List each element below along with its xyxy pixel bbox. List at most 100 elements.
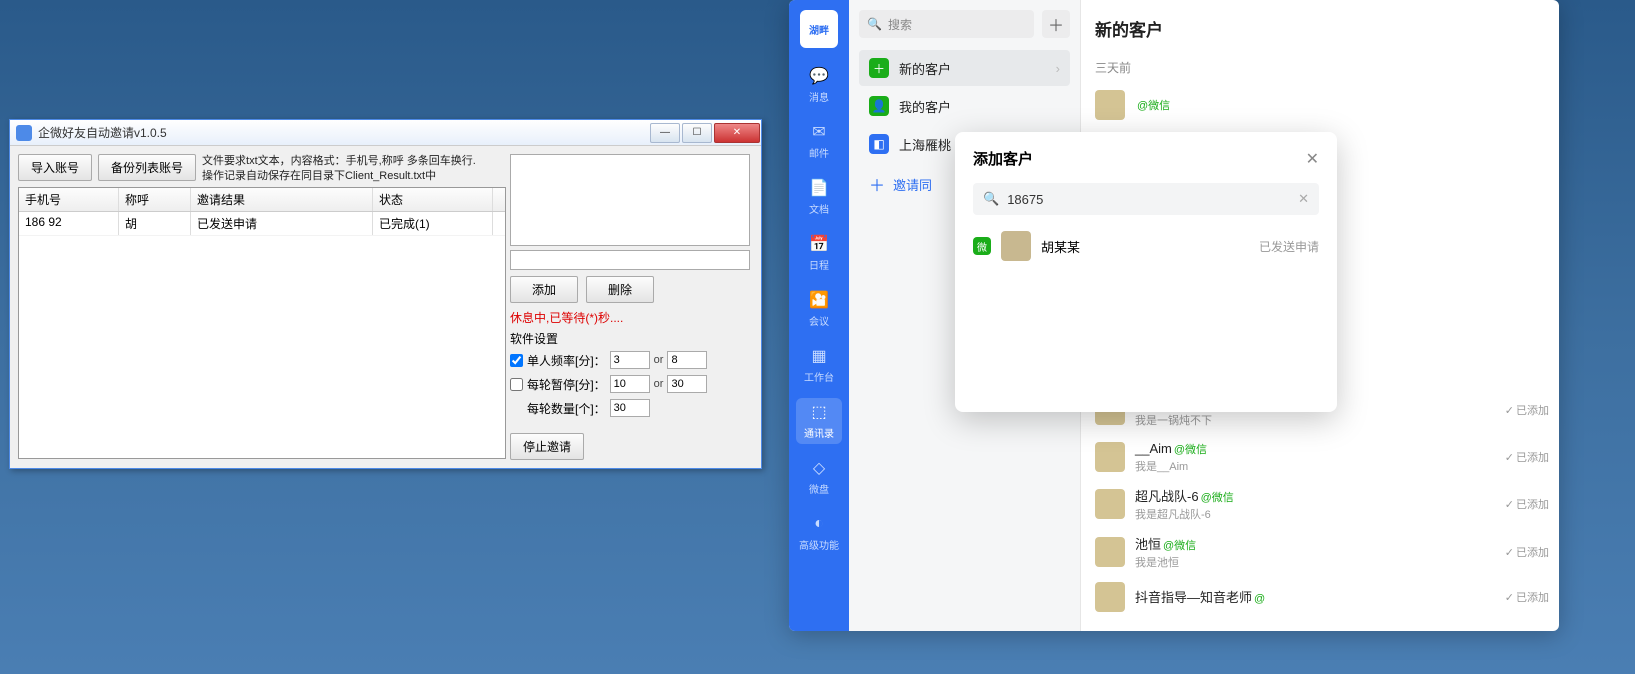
- added-badge: ✓已添加: [1505, 496, 1549, 512]
- nav-邮件[interactable]: ✉ 邮件: [796, 118, 842, 164]
- log-textarea[interactable]: [510, 154, 750, 246]
- popup-search-input[interactable]: 🔍 18675 ✕: [973, 183, 1319, 215]
- client-row[interactable]: 超凡战队-6@微信我是超凡战队-6✓已添加: [1095, 480, 1559, 528]
- avatar: [1095, 442, 1125, 472]
- nav-label: 工作台: [804, 369, 834, 384]
- wechat-icon: 微: [973, 237, 991, 255]
- or-label: or: [654, 354, 664, 366]
- client-row[interactable]: __Aim@微信我是__Aim✓已添加: [1095, 434, 1559, 480]
- avatar: [1095, 90, 1125, 120]
- check-icon: ✓: [1505, 591, 1514, 604]
- nav-icon: ▦: [809, 346, 829, 366]
- avatar: [1095, 537, 1125, 567]
- maximize-button[interactable]: ☐: [682, 123, 712, 143]
- add-button[interactable]: ＋: [1042, 10, 1070, 38]
- titlebar[interactable]: 企微好友自动邀请v1.0.5 — ☐ ✕: [10, 120, 761, 146]
- single-rate-checkbox[interactable]: [510, 354, 523, 367]
- client-name: 池恒: [1135, 537, 1161, 552]
- sidebar-icon: ＋: [869, 58, 889, 78]
- wechat-tag: @微信: [1137, 100, 1170, 112]
- sidebar-icon: ◧: [869, 134, 889, 154]
- waiting-status: 休息中,已等待(*)秒....: [510, 309, 750, 326]
- clear-icon[interactable]: ✕: [1298, 191, 1309, 207]
- settings-group-label: 软件设置: [510, 330, 750, 347]
- client-row[interactable]: 抖音指导—知音老师@ ✓已添加: [1095, 576, 1559, 618]
- nav-消息[interactable]: 💬 消息: [796, 62, 842, 108]
- plus-icon: ＋: [869, 172, 885, 196]
- client-name: 超凡战队-6: [1135, 489, 1199, 504]
- delete-button[interactable]: 删除: [586, 276, 654, 303]
- avatar: [1095, 582, 1125, 612]
- avatar: [1001, 231, 1031, 261]
- nav-微盘[interactable]: ◇ 微盘: [796, 454, 842, 500]
- nav-通讯录[interactable]: ⬚通讯录: [796, 398, 842, 444]
- col-status[interactable]: 状态: [373, 188, 493, 211]
- round-pause-max-input[interactable]: [667, 375, 707, 393]
- close-button[interactable]: ✕: [714, 123, 760, 143]
- accounts-table: 手机号 称呼 邀请结果 状态 186 92 胡 已发送申请 已完成(1): [18, 187, 506, 459]
- search-result-row[interactable]: 微 胡某某 已发送申请: [973, 231, 1319, 261]
- nav-icon: 📅: [809, 234, 829, 254]
- check-icon: ✓: [1505, 498, 1514, 511]
- search-input[interactable]: 🔍 搜索: [859, 10, 1034, 38]
- client-name: 抖音指导—知音老师: [1135, 590, 1252, 605]
- invite-app-window: 企微好友自动邀请v1.0.5 — ☐ ✕ 导入账号 备份列表账号 文件要求txt…: [9, 119, 762, 469]
- nav-工作台[interactable]: ▦ 工作台: [796, 342, 842, 388]
- nav-label: 文档: [809, 201, 829, 216]
- wechat-tag: @: [1254, 593, 1265, 605]
- add-button[interactable]: 添加: [510, 276, 578, 303]
- nav-icon: 📄: [809, 178, 829, 198]
- single-rate-max-input[interactable]: [667, 351, 707, 369]
- workspace-logo[interactable]: 湖畔: [800, 10, 838, 48]
- nav-label: 消息: [809, 89, 829, 104]
- chevron-right-icon: ›: [1056, 61, 1060, 76]
- result-name: 胡某某: [1041, 237, 1080, 256]
- nav-高级功能[interactable]: ◐高级功能: [796, 510, 842, 556]
- popup-title: 添加客户: [973, 148, 1306, 169]
- round-count-label: 每轮数量[个]：: [527, 400, 606, 417]
- sidebar-item[interactable]: ＋ 新的客户 ›: [859, 50, 1070, 86]
- nav-icon: ✉: [809, 122, 829, 142]
- round-pause-checkbox[interactable]: [510, 378, 523, 391]
- nav-icon: ◇: [809, 458, 829, 478]
- result-status: 已发送申请: [1259, 238, 1319, 255]
- avatar: [1095, 489, 1125, 519]
- sidebar-label: 新的客户: [899, 59, 951, 78]
- nav-icon: ⬚: [809, 402, 829, 422]
- table-row[interactable]: 186 92 胡 已发送申请 已完成(1): [19, 212, 505, 236]
- round-count-input[interactable]: [610, 399, 650, 417]
- check-icon: ✓: [1505, 451, 1514, 464]
- stop-invite-button[interactable]: 停止邀请: [510, 433, 584, 460]
- sidebar-item[interactable]: 👤我的客户: [859, 88, 1070, 124]
- client-row[interactable]: 池恒@微信我是池恒✓已添加: [1095, 528, 1559, 576]
- added-badge: ✓已添加: [1505, 544, 1549, 560]
- client-sub: 我是超凡战队-6: [1135, 506, 1234, 522]
- client-row[interactable]: @微信: [1095, 84, 1559, 126]
- input-line[interactable]: [510, 250, 750, 270]
- col-name[interactable]: 称呼: [119, 188, 191, 211]
- col-result[interactable]: 邀请结果: [191, 188, 373, 211]
- close-icon[interactable]: ✕: [1306, 149, 1319, 169]
- backup-list-button[interactable]: 备份列表账号: [98, 154, 196, 181]
- nav-label: 微盘: [809, 481, 829, 496]
- nav-icon: 💬: [809, 66, 829, 86]
- instruction-text: 文件要求txt文本，内容格式：手机号,称呼 多条回车换行. 操作记录自动保存在同…: [202, 154, 476, 185]
- nav-会议[interactable]: 🎦会议: [796, 286, 842, 332]
- added-badge: ✓已添加: [1505, 589, 1549, 605]
- window-title: 企微好友自动邀请v1.0.5: [38, 124, 649, 141]
- import-accounts-button[interactable]: 导入账号: [18, 154, 92, 181]
- nav-日程[interactable]: 📅日程: [796, 230, 842, 276]
- round-pause-label: 每轮暂停[分]：: [527, 376, 606, 393]
- search-placeholder: 搜索: [888, 16, 912, 33]
- nav-文档[interactable]: 📄 文档: [796, 174, 842, 220]
- nav-icon: ◐: [809, 514, 829, 534]
- round-pause-min-input[interactable]: [610, 375, 650, 393]
- single-rate-min-input[interactable]: [610, 351, 650, 369]
- col-phone[interactable]: 手机号: [19, 188, 119, 211]
- nav-rail: 湖畔 💬 消息 ✉ 邮件 📄 文档 📅日程 🎦会议 ▦ 工作台 ⬚通讯录 ◇ 微盘 ◐高级功能: [789, 0, 849, 631]
- nav-icon: 🎦: [809, 290, 829, 310]
- minimize-button[interactable]: —: [650, 123, 680, 143]
- wechat-tag: @微信: [1163, 540, 1196, 552]
- single-rate-label: 单人频率[分]：: [527, 352, 606, 369]
- nav-label: 邮件: [809, 145, 829, 160]
